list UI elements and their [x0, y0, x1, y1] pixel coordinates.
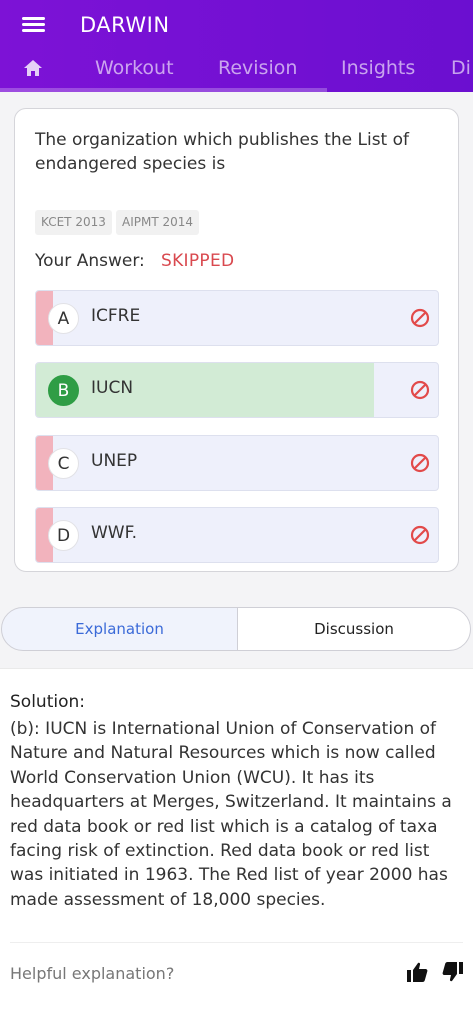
thumbs-up-icon[interactable] — [405, 960, 429, 984]
tab-discussion[interactable]: Discussion — [237, 607, 471, 651]
option-text: WWF. — [91, 523, 138, 543]
solution-text: (b): IUCN is International Union of Cons… — [10, 719, 452, 910]
your-answer-label: Your Answer: — [35, 251, 145, 271]
not-attempted-icon — [410, 525, 430, 545]
nav-tabs: Workout Revision Insights Di — [0, 50, 473, 88]
tab-discussion-truncated[interactable]: Di — [451, 57, 471, 79]
question-card: The organization which publishes the Lis… — [14, 108, 459, 572]
exam-tag: KCET 2013 — [35, 210, 112, 235]
tab-indicator-track — [0, 88, 327, 92]
tab-workout[interactable]: Workout — [95, 57, 174, 79]
not-attempted-icon — [410, 453, 430, 473]
divider — [0, 668, 473, 669]
answer-status: SKIPPED — [161, 251, 235, 271]
exam-tag: AIPMT 2014 — [116, 210, 200, 235]
app-title: DARWIN — [80, 13, 170, 37]
thumbs-down-icon[interactable] — [441, 960, 465, 984]
not-attempted-icon — [410, 380, 430, 400]
option-text: ICFRE — [91, 306, 141, 326]
option-result-bar — [36, 363, 374, 417]
not-attempted-icon — [410, 308, 430, 328]
option-letter: B — [48, 375, 79, 406]
divider — [10, 942, 463, 943]
option-d[interactable]: D WWF. — [35, 507, 439, 563]
app-header: DARWIN Workout Revision Insights Di — [0, 0, 473, 92]
option-c[interactable]: C UNEP — [35, 435, 439, 491]
option-letter: C — [48, 448, 79, 479]
question-text: The organization which publishes the Lis… — [35, 130, 410, 174]
home-icon[interactable] — [22, 58, 44, 78]
helpful-prompt: Helpful explanation? — [10, 964, 175, 983]
option-letter: D — [48, 520, 79, 551]
hamburger-menu-icon[interactable] — [22, 14, 46, 36]
option-letter: A — [48, 303, 79, 334]
option-b[interactable]: B IUCN — [35, 362, 439, 418]
option-a[interactable]: A ICFRE — [35, 290, 439, 346]
option-text: IUCN — [91, 378, 134, 398]
option-text: UNEP — [91, 451, 138, 471]
tab-explanation[interactable]: Explanation — [1, 607, 238, 651]
tab-insights[interactable]: Insights — [341, 57, 415, 79]
solution-title: Solution: — [10, 692, 85, 712]
tab-revision[interactable]: Revision — [218, 57, 297, 79]
